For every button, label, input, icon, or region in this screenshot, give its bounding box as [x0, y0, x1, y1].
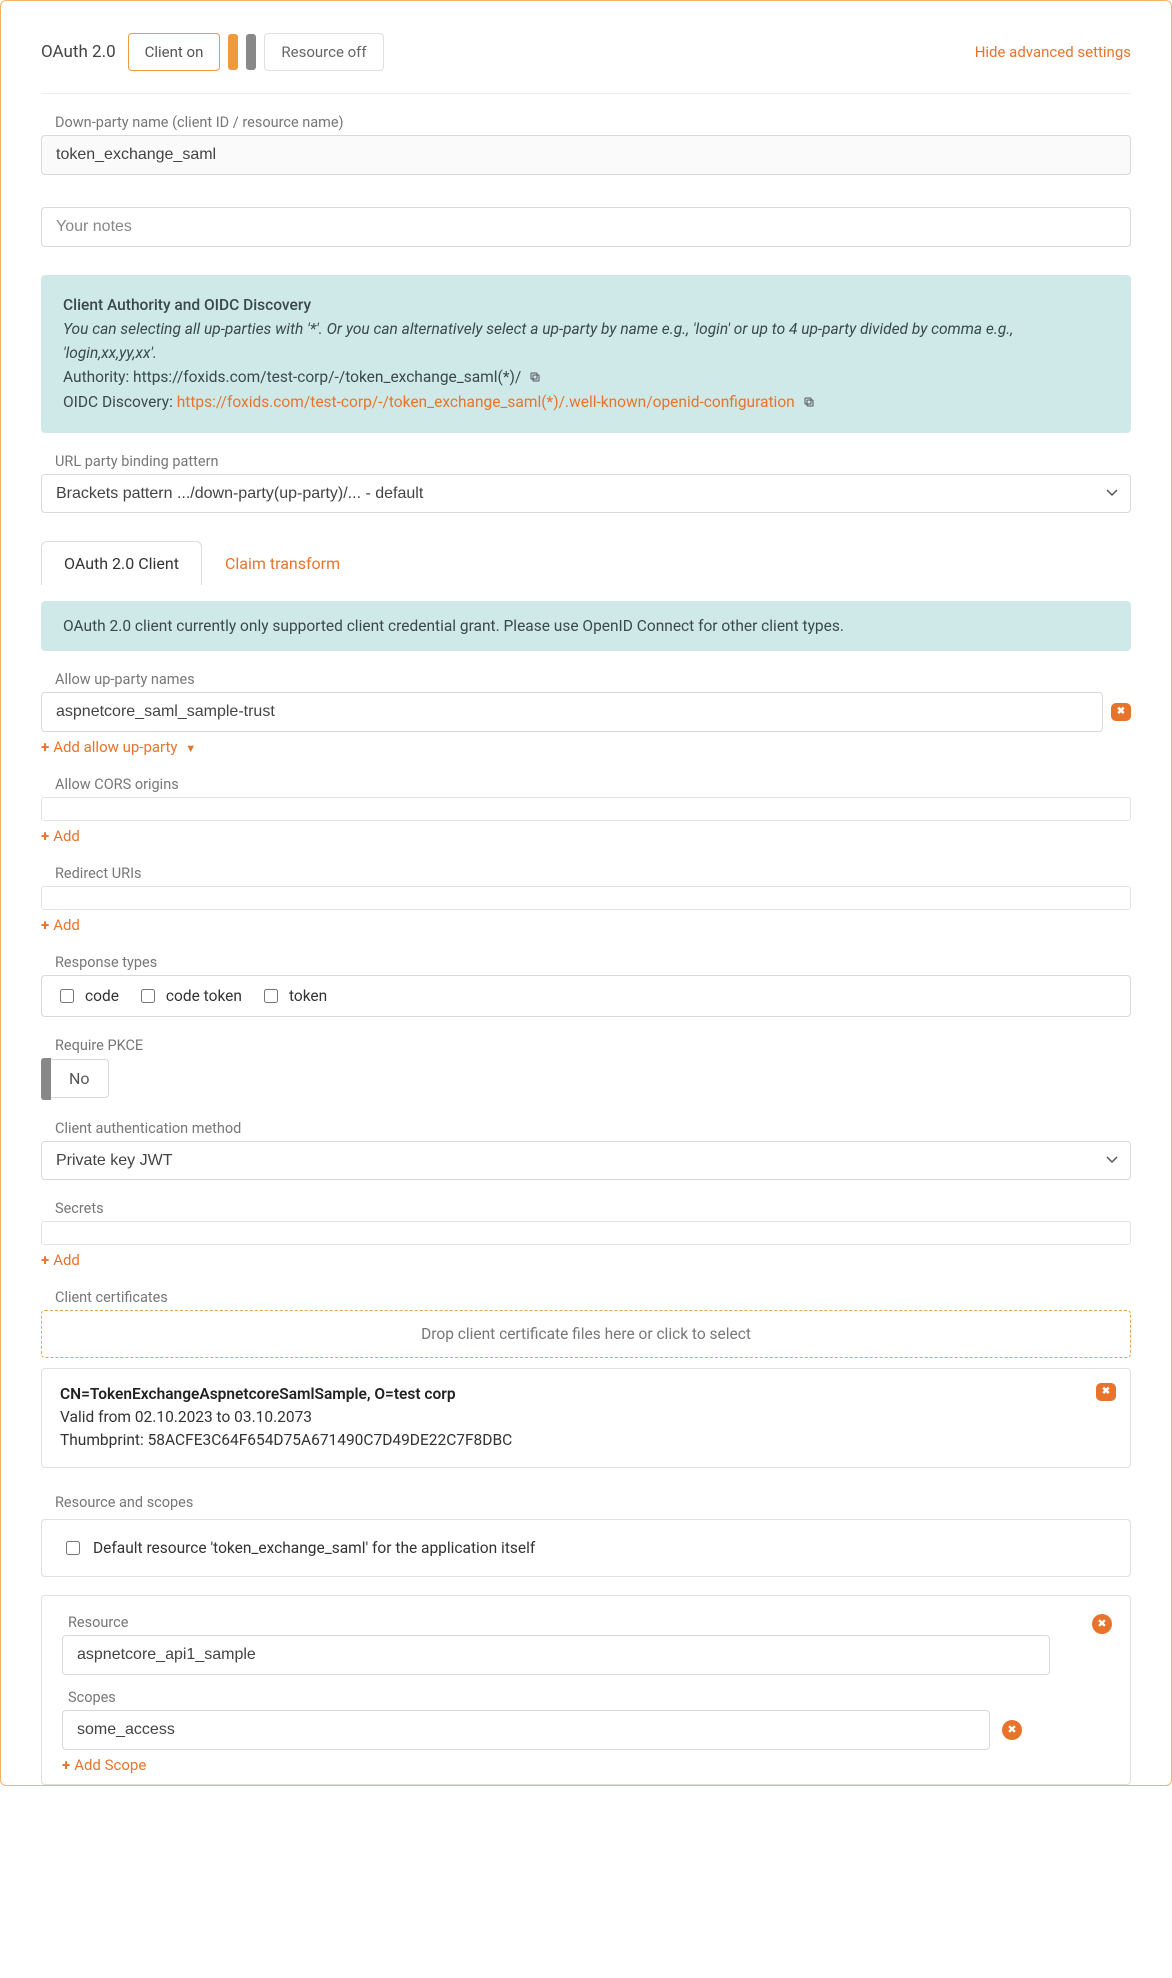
- header: OAuth 2.0 Client on Resource off Hide ad…: [41, 33, 1131, 94]
- cors-label: Allow CORS origins: [55, 776, 1131, 793]
- default-resource-checkbox[interactable]: Default resource 'token_exchange_saml' f…: [62, 1538, 1110, 1558]
- auth-method-select[interactable]: Private key JWT: [41, 1141, 1131, 1180]
- add-secret[interactable]: +Add: [41, 1251, 80, 1269]
- tab-oauth-client[interactable]: OAuth 2.0 Client: [41, 541, 202, 585]
- secrets-input[interactable]: [41, 1221, 1131, 1245]
- certs-label: Client certificates: [55, 1289, 1131, 1306]
- authority-label: Authority:: [63, 368, 133, 386]
- delete-icon[interactable]: [1111, 703, 1131, 721]
- checkbox[interactable]: [141, 989, 155, 1003]
- res-scopes-label: Resource and scopes: [55, 1494, 1131, 1511]
- toggle-handle-icon: [41, 1058, 51, 1100]
- tab-claim-transform[interactable]: Claim transform: [202, 541, 363, 585]
- cert-entry: CN=TokenExchangeAspnetcoreSamlSample, O=…: [41, 1368, 1131, 1468]
- page-title: OAuth 2.0: [41, 42, 116, 62]
- hide-advanced-link[interactable]: Hide advanced settings: [975, 43, 1131, 61]
- copy-icon[interactable]: [529, 366, 541, 390]
- oidc-url[interactable]: https://foxids.com/test-corp/-/token_exc…: [177, 393, 795, 411]
- response-types-label: Response types: [55, 954, 1131, 971]
- client-toggle[interactable]: Client on: [128, 33, 221, 71]
- pkce-label: Require PKCE: [55, 1037, 1131, 1054]
- client-switch-icon[interactable]: [228, 34, 238, 70]
- resource-switch-icon[interactable]: [246, 34, 256, 70]
- allow-up-party-input[interactable]: [41, 692, 1103, 732]
- resource-input[interactable]: [62, 1635, 1050, 1675]
- response-type-code[interactable]: code: [56, 986, 119, 1006]
- scope-input[interactable]: [62, 1710, 990, 1750]
- response-type-code-token[interactable]: code token: [137, 986, 242, 1006]
- response-type-token[interactable]: token: [260, 986, 327, 1006]
- add-scope[interactable]: +Add Scope: [62, 1756, 146, 1774]
- checkbox[interactable]: [264, 989, 278, 1003]
- add-allow-up-party[interactable]: +Add allow up-party ▼: [41, 738, 196, 756]
- pkce-value: No: [51, 1059, 109, 1098]
- redirect-label: Redirect URIs: [55, 865, 1131, 882]
- authority-url: https://foxids.com/test-corp/-/token_exc…: [133, 368, 521, 386]
- pkce-toggle[interactable]: No: [41, 1058, 1131, 1100]
- down-party-label: Down-party name (client ID / resource na…: [55, 114, 1131, 131]
- response-types-group: code code token token: [41, 975, 1131, 1017]
- redirect-input[interactable]: [41, 886, 1131, 910]
- authority-panel: Client Authority and OIDC Discovery You …: [41, 275, 1131, 433]
- delete-icon[interactable]: [1096, 1383, 1116, 1401]
- cert-thumbprint: Thumbprint: 58ACFE3C64F654D75A671490C7D4…: [60, 1429, 1112, 1452]
- checkbox[interactable]: [66, 1541, 80, 1555]
- cert-dropzone[interactable]: Drop client certificate files here or cl…: [41, 1310, 1131, 1358]
- oidc-label: OIDC Discovery:: [63, 393, 177, 411]
- add-redirect[interactable]: +Add: [41, 916, 80, 934]
- delete-icon[interactable]: [1002, 1720, 1022, 1740]
- secrets-label: Secrets: [55, 1200, 1131, 1217]
- down-party-input[interactable]: [41, 135, 1131, 175]
- copy-icon[interactable]: [803, 391, 815, 415]
- authority-desc: You can selecting all up-parties with '*…: [63, 320, 1013, 362]
- delete-icon[interactable]: [1092, 1614, 1112, 1634]
- notice-banner: OAuth 2.0 client currently only supporte…: [41, 601, 1131, 651]
- url-pattern-label: URL party binding pattern: [55, 453, 1131, 470]
- checkbox[interactable]: [60, 989, 74, 1003]
- resource-entry: Resource Scopes +Add Scope: [41, 1595, 1131, 1785]
- resource-label: Resource: [68, 1614, 1110, 1631]
- tabs: OAuth 2.0 Client Claim transform: [41, 541, 1131, 585]
- notes-input[interactable]: [41, 207, 1131, 247]
- default-resource-box: Default resource 'token_exchange_saml' f…: [41, 1519, 1131, 1577]
- url-pattern-select[interactable]: Brackets pattern .../down-party(up-party…: [41, 474, 1131, 513]
- auth-method-label: Client authentication method: [55, 1120, 1131, 1137]
- add-cors[interactable]: +Add: [41, 827, 80, 845]
- cert-valid: Valid from 02.10.2023 to 03.10.2073: [60, 1406, 1112, 1429]
- scopes-label: Scopes: [68, 1689, 1110, 1706]
- authority-heading: Client Authority and OIDC Discovery: [63, 293, 1109, 317]
- allow-up-party-label: Allow up-party names: [55, 671, 1131, 688]
- resource-toggle[interactable]: Resource off: [264, 33, 383, 71]
- cert-cn: CN=TokenExchangeAspnetcoreSamlSample, O=…: [60, 1383, 1112, 1406]
- cors-input[interactable]: [41, 797, 1131, 821]
